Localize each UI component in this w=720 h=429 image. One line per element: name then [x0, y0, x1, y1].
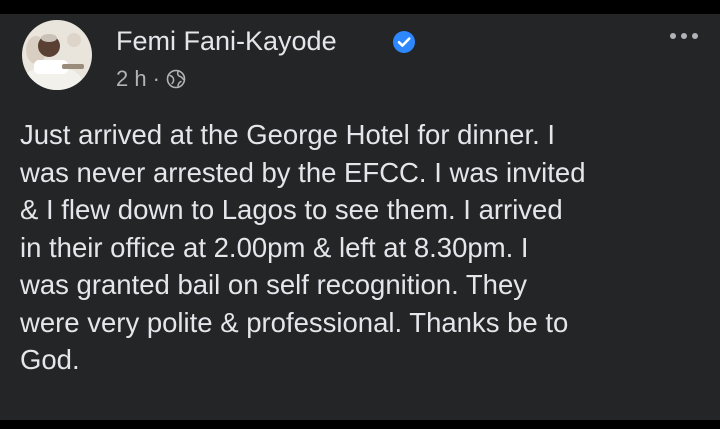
- globe-icon[interactable]: [166, 69, 186, 89]
- post-text: Just arrived at the George Hotel for din…: [20, 119, 586, 375]
- meta-separator: ·: [152, 66, 160, 91]
- profile-photo: [22, 20, 92, 90]
- more-horizontal-icon: [670, 33, 698, 39]
- author-name[interactable]: Femi Fani-Kayode: [116, 24, 337, 58]
- verified-badge-icon: [393, 31, 415, 53]
- more-options-button[interactable]: [664, 24, 704, 48]
- post-meta: 2 h ·: [116, 64, 186, 94]
- post-timestamp[interactable]: 2 h: [116, 66, 147, 92]
- post-card: Femi Fani-Kayode 2 h · Just arrived at t…: [0, 14, 720, 420]
- avatar[interactable]: [22, 20, 92, 90]
